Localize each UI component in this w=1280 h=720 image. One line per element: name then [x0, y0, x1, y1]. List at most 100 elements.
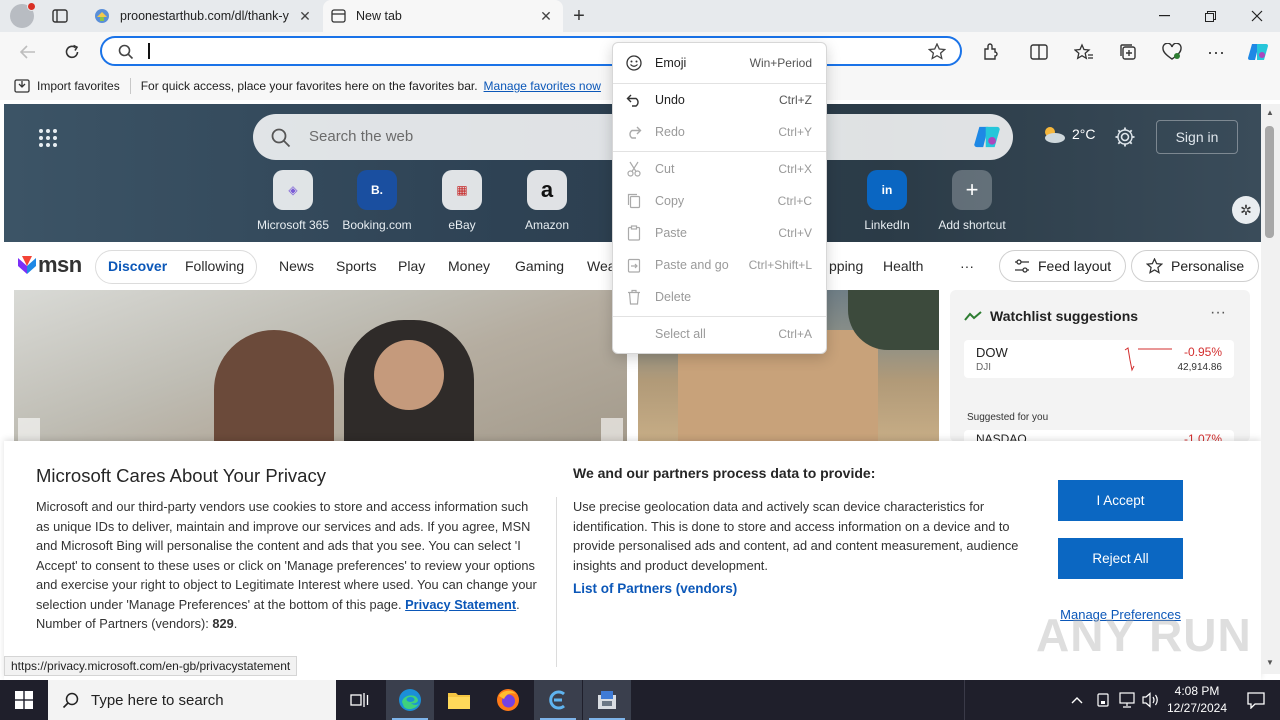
- shortcut-linkedin[interactable]: in LinkedIn: [847, 170, 927, 232]
- apps-grid-icon[interactable]: [38, 128, 58, 148]
- carousel-prev-icon[interactable]: [18, 418, 40, 442]
- watchlist-title: Watchlist suggestions: [990, 308, 1139, 324]
- new-tab-plus-icon[interactable]: +: [568, 5, 590, 27]
- sign-in-button[interactable]: Sign in: [1156, 120, 1238, 154]
- menu-item-emoji[interactable]: Emoji Win+Period: [613, 48, 826, 78]
- reject-all-button[interactable]: Reject All: [1058, 538, 1183, 579]
- news-photo-face: [374, 340, 444, 410]
- file-explorer-icon[interactable]: [435, 680, 483, 720]
- task-view-icon[interactable]: [336, 680, 384, 720]
- nav-more[interactable]: ···: [960, 258, 974, 274]
- nav-money[interactable]: Money: [448, 258, 490, 274]
- browser-essentials-icon[interactable]: [1156, 36, 1188, 68]
- more-menu-icon[interactable]: ···: [1200, 36, 1232, 68]
- stock-row-dow[interactable]: DOW DJI -0.95% 42,914.86: [964, 340, 1234, 378]
- feed-layout-button[interactable]: Feed layout: [999, 250, 1127, 282]
- partners-list-link[interactable]: List of Partners (vendors): [573, 581, 1043, 596]
- personalise-button[interactable]: Personalise: [1131, 250, 1260, 282]
- menu-item-redo[interactable]: Redo Ctrl+Y: [613, 117, 826, 147]
- tab-proonestarthub[interactable]: proonestarthub.com/dl/thank-y ✕: [86, 0, 322, 32]
- shortcut-booking[interactable]: B. Booking.com: [337, 170, 417, 232]
- nav-play[interactable]: Play: [398, 258, 425, 274]
- privacy-statement-link[interactable]: Privacy Statement: [405, 597, 516, 612]
- shortcut-ebay[interactable]: ▦ eBay: [422, 170, 502, 232]
- msn-butterfly-icon: [18, 256, 36, 274]
- accept-button[interactable]: I Accept: [1058, 480, 1183, 521]
- tab-new-tab[interactable]: New tab ✕: [323, 0, 563, 32]
- watchlist-more-icon[interactable]: ···: [1210, 304, 1226, 322]
- clock-date: 12/27/2024: [1166, 701, 1228, 715]
- windows-taskbar: Type here to search 4:08 PM 12/27/2024: [0, 680, 1280, 720]
- nav-following[interactable]: Following: [185, 258, 244, 274]
- volume-icon[interactable]: [1139, 680, 1163, 720]
- weather-cloud-icon: [1045, 127, 1065, 143]
- device-tray-icon[interactable]: [1091, 680, 1115, 720]
- menu-item-delete[interactable]: Delete: [613, 282, 826, 312]
- menu-item-paste[interactable]: Paste Ctrl+V: [613, 218, 826, 248]
- app-taskbar-icon[interactable]: [534, 680, 582, 720]
- menu-item-undo[interactable]: Undo Ctrl+Z: [613, 85, 826, 115]
- refresh-icon[interactable]: [56, 36, 88, 68]
- nav-shopping[interactable]: pping: [829, 258, 863, 274]
- import-favorites-button[interactable]: Import favorites: [14, 79, 120, 93]
- taskbar-search-box[interactable]: Type here to search: [48, 680, 336, 720]
- manage-favorites-link[interactable]: Manage favorites now: [484, 79, 601, 93]
- nav-gaming[interactable]: Gaming: [515, 258, 564, 274]
- carousel-next-icon[interactable]: [601, 418, 623, 442]
- installer-taskbar-icon[interactable]: [583, 680, 631, 720]
- shortcut-add[interactable]: + Add shortcut: [932, 170, 1012, 232]
- menu-item-copy[interactable]: Copy Ctrl+C: [613, 186, 826, 216]
- network-icon[interactable]: [1114, 680, 1140, 720]
- notifications-icon[interactable]: [1232, 680, 1280, 720]
- close-window-icon[interactable]: [1234, 0, 1280, 32]
- close-tab-icon[interactable]: ✕: [537, 7, 555, 25]
- search-icon: [271, 128, 291, 148]
- minimize-icon[interactable]: [1141, 0, 1187, 32]
- split-screen-icon[interactable]: [1023, 36, 1055, 68]
- stock-symbol: DOW: [976, 345, 1008, 360]
- msn-logo[interactable]: msn: [16, 252, 82, 278]
- firefox-icon[interactable]: [484, 680, 532, 720]
- profile-avatar[interactable]: [10, 2, 36, 28]
- show-hidden-icons-chevron-icon[interactable]: [1064, 680, 1090, 720]
- restore-icon[interactable]: [1187, 0, 1233, 32]
- redo-icon: [613, 125, 655, 139]
- tab-actions-icon[interactable]: [48, 6, 72, 26]
- shortcut-amazon[interactable]: a Amazon: [507, 170, 587, 232]
- menu-item-select-all[interactable]: Select all Ctrl+A: [613, 319, 826, 349]
- copilot-icon[interactable]: [1242, 36, 1274, 68]
- stock-sparkline: [1124, 347, 1172, 372]
- nav-news[interactable]: News: [279, 258, 314, 274]
- background-settings-icon[interactable]: ✲: [1232, 196, 1260, 224]
- close-tab-icon[interactable]: ✕: [296, 7, 314, 25]
- menu-item-cut[interactable]: Cut Ctrl+X: [613, 154, 826, 184]
- news-card-main[interactable]: [14, 290, 627, 442]
- shortcut-microsoft-365[interactable]: ◈ Microsoft 365: [253, 170, 333, 232]
- copilot-search-icon[interactable]: [973, 123, 1001, 151]
- scrollbar-thumb[interactable]: [1265, 126, 1274, 238]
- favorite-star-icon[interactable]: [928, 43, 946, 60]
- sliders-icon: [1015, 259, 1029, 273]
- favorites-hint: For quick access, place your favorites h…: [140, 79, 478, 93]
- scroll-down-icon[interactable]: ▼: [1266, 658, 1274, 667]
- booking-icon: B.: [357, 170, 397, 210]
- settings-gear-icon[interactable]: [1114, 126, 1136, 148]
- extensions-icon[interactable]: [975, 36, 1007, 68]
- address-bar[interactable]: [100, 36, 962, 66]
- back-arrow-icon[interactable]: [12, 36, 44, 68]
- edge-taskbar-icon[interactable]: [386, 680, 434, 720]
- vertical-scrollbar[interactable]: ▲ ▼: [1261, 104, 1280, 674]
- weather-widget[interactable]: 2°C: [1040, 124, 1096, 144]
- nav-health[interactable]: Health: [883, 258, 923, 274]
- menu-item-paste-and-go[interactable]: Paste and go Ctrl+Shift+L: [613, 250, 826, 280]
- menu-separator: [613, 316, 826, 317]
- nav-discover[interactable]: Discover: [108, 258, 167, 274]
- taskbar-divider: [964, 680, 965, 720]
- favorites-icon[interactable]: [1068, 36, 1100, 68]
- windows-start-icon[interactable]: [0, 680, 48, 720]
- scroll-up-icon[interactable]: ▲: [1266, 108, 1274, 117]
- collections-icon[interactable]: [1112, 36, 1144, 68]
- system-clock[interactable]: 4:08 PM 12/27/2024: [1164, 683, 1230, 717]
- nav-sports[interactable]: Sports: [336, 258, 376, 274]
- suggested-label: Suggested for you: [967, 412, 1049, 423]
